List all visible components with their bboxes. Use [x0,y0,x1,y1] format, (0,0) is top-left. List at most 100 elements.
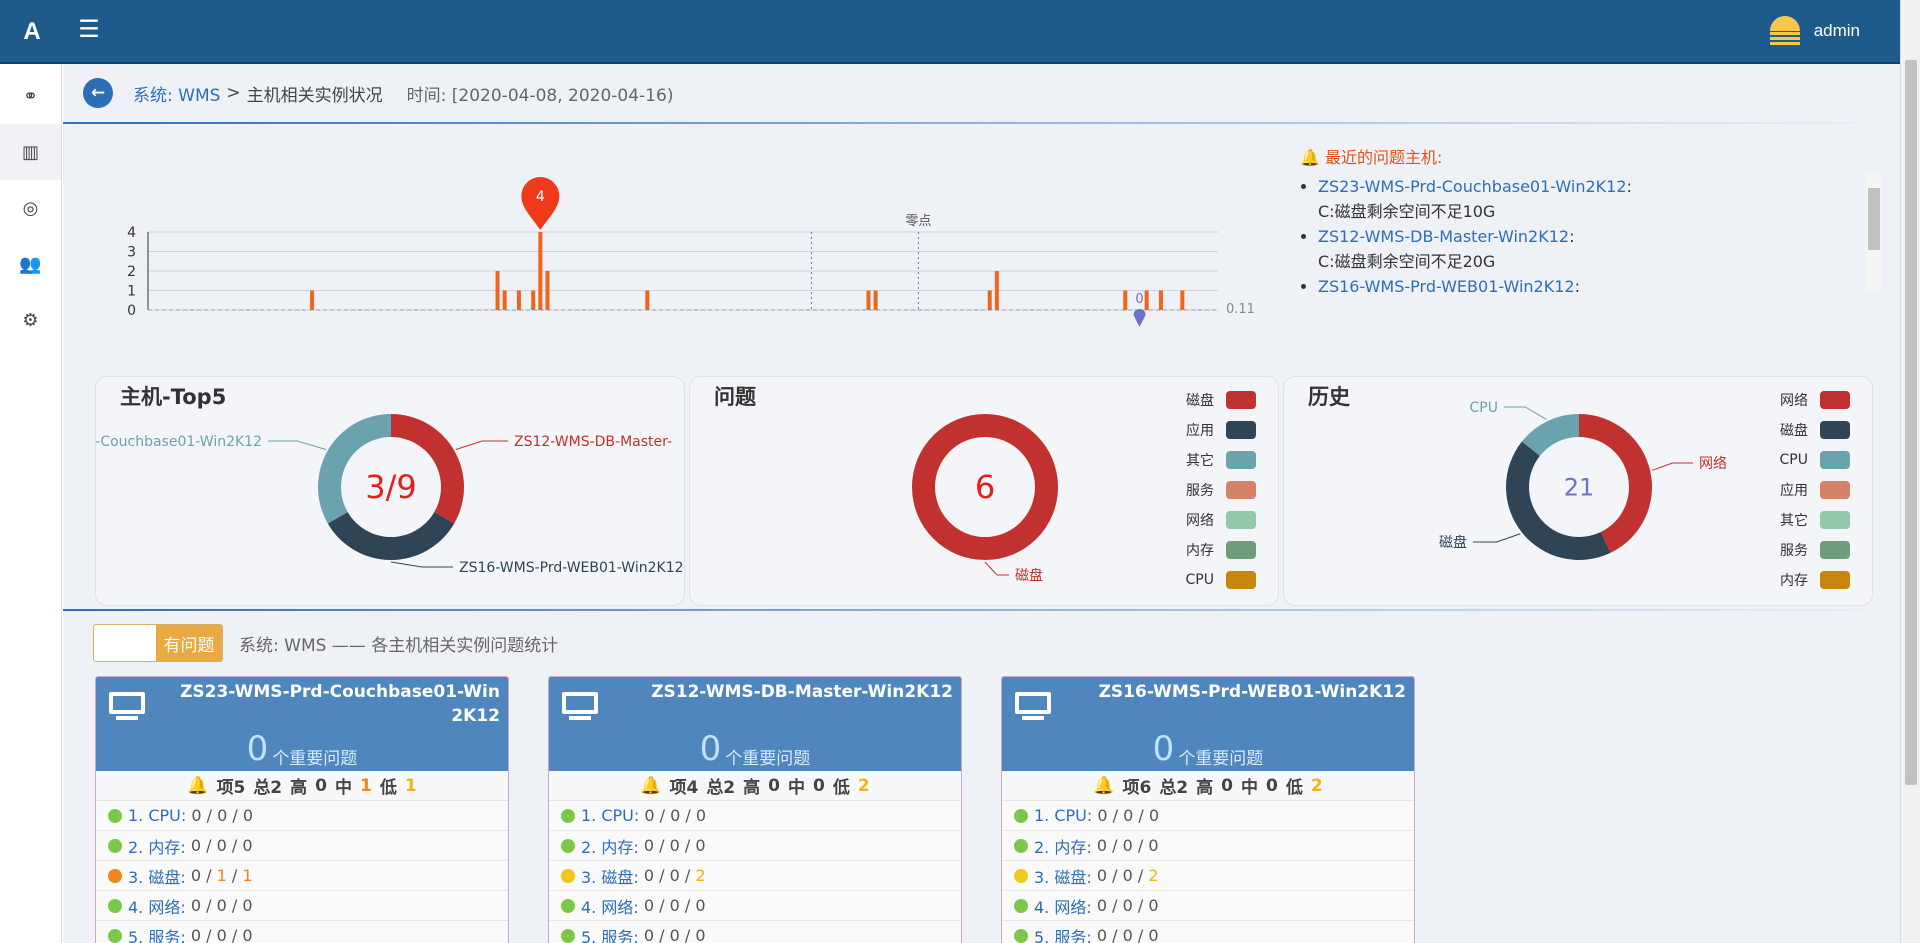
history-panel: 历史 网络 磁盘 CPU 21 网络 磁盘 CPU 应用 其它 服务 内存 [1283,376,1873,606]
bar[interactable] [531,290,536,311]
card-row: 2. 内存: 0 / 0 / 0 [549,831,961,861]
metric-label[interactable]: 4. 网络: [128,894,186,918]
user-name: admin [1813,21,1860,40]
legend-item[interactable]: 网络 [1186,505,1256,535]
bar[interactable] [994,271,999,310]
sidebar-item-users[interactable]: 👥 [0,236,61,292]
legend-swatch [1226,421,1256,439]
bar[interactable] [538,232,543,310]
card-summary: 🔔 项5 总2 高 0 中 1 低 1 [96,771,508,801]
legend-item[interactable]: 磁盘 [1186,385,1256,415]
y-tick-label: 0 [127,303,136,319]
legend-item[interactable]: CPU [1780,445,1850,475]
divider [63,609,1900,611]
metric-label[interactable]: 5. 服务: [1034,924,1092,943]
min-pin-label: 0 [1135,292,1143,307]
bar[interactable] [310,290,315,311]
alert-host-link[interactable]: ZS16-WMS-Prd-WEB01-Win2K12 [1318,277,1575,296]
metric-label[interactable]: 1. CPU: [581,806,639,825]
metric-label[interactable]: 2. 内存: [128,834,186,858]
metric-label[interactable]: 4. 网络: [1034,894,1092,918]
metric-label[interactable]: 3. 磁盘: [581,864,639,888]
card-summary: 🔔 项4 总2 高 0 中 0 低 2 [549,771,961,801]
breadcrumb-system[interactable]: 系统: WMS [133,81,220,106]
bar[interactable] [545,271,550,310]
status-dot [108,808,122,823]
sidebar-item-charts[interactable]: ▥ [0,124,61,180]
important-count: 0 个重要问题 [1152,729,1264,769]
hamburger-icon[interactable]: ☰ [78,17,100,41]
sidebar-item-settings[interactable]: ⚙ [0,292,61,348]
bar[interactable] [1123,290,1128,311]
host-name[interactable]: ZS12-WMS-DB-Master-Win2K12 [633,680,953,704]
metric-label[interactable]: 1. CPU: [128,806,186,825]
legend-item[interactable]: 内存 [1186,535,1256,565]
bar[interactable] [866,290,871,311]
legend-item[interactable]: 服务 [1186,475,1256,505]
bell-icon: 🔔 [187,775,209,796]
user-menu[interactable]: admin [1769,16,1860,46]
bar[interactable] [1158,290,1163,311]
legend-item[interactable]: CPU [1186,565,1256,595]
status-dot [1014,808,1028,823]
alerts-scrollbar[interactable] [1866,174,1882,290]
legend-item[interactable]: 应用 [1186,415,1256,445]
y-tick-label: 4 [127,225,136,241]
alert-item: ZS16-WMS-Prd-WEB01-Win2K12: [1318,274,1882,299]
status-dot [1014,838,1028,853]
alert-host-link[interactable]: ZS23-WMS-Prd-Couchbase01-Win2K12 [1318,177,1627,196]
back-arrow-icon[interactable]: ← [83,78,113,108]
y-tick-label: 2 [127,264,136,280]
host-name[interactable]: ZS16-WMS-Prd-WEB01-Win2K12 [1086,680,1406,704]
users-icon: 👥 [19,253,42,275]
y-tick-label: 1 [127,284,136,300]
host-card[interactable]: ZS23-WMS-Prd-Couchbase01-Win2K12 0 个重要问题 … [95,676,509,943]
metric-label[interactable]: 4. 网络: [581,894,639,918]
legend-item[interactable]: 内存 [1780,565,1850,595]
status-dot [561,838,575,853]
problem-toggle[interactable]: 有问题 [93,624,223,662]
bar[interactable] [1144,290,1149,311]
status-dot [1014,928,1028,943]
legend-item[interactable]: 网络 [1780,385,1850,415]
legend-item[interactable]: 其它 [1780,505,1850,535]
bar[interactable] [987,290,992,311]
metric-label[interactable]: 3. 磁盘: [128,864,186,888]
host-card[interactable]: ZS16-WMS-Prd-WEB01-Win2K12 0 个重要问题 🔔 项6 总2 高… [1001,676,1415,943]
metric-label[interactable]: 2. 内存: [1034,834,1092,858]
main-content: ← 系统: WMS > 主机相关实例状况 时间: [2020-04-08, 20… [63,64,1900,943]
bar[interactable] [873,290,878,311]
page-scrollbar[interactable] [1900,0,1920,943]
legend-item[interactable]: 应用 [1780,475,1850,505]
bar[interactable] [1180,290,1185,311]
legend-swatch [1820,451,1850,469]
sidebar-item-links[interactable]: ⚭ [0,68,61,124]
metric-label[interactable]: 5. 服务: [128,924,186,943]
card-row: 4. 网络: 0 / 0 / 0 [96,891,508,921]
slice-label: ZS12-WMS-DB-Master- [514,434,672,450]
sidebar-item-support[interactable]: ◎ [0,180,61,236]
metric-label[interactable]: 5. 服务: [581,924,639,943]
host-name[interactable]: ZS23-WMS-Prd-Couchbase01-Win2K12 [180,680,500,728]
legend-item[interactable]: 其它 [1186,445,1256,475]
metric-label[interactable]: 3. 磁盘: [1034,864,1092,888]
metric-label[interactable]: 2. 内存: [581,834,639,858]
bar[interactable] [645,290,650,311]
alert-host-link[interactable]: ZS12-WMS-DB-Master-Win2K12 [1318,227,1569,246]
bar[interactable] [495,271,500,310]
card-row: 5. 服务: 0 / 0 / 0 [96,921,508,943]
app-logo[interactable]: A [0,0,64,64]
slice-label: 网络 [1699,456,1727,472]
bar[interactable] [502,290,507,311]
donut-slice[interactable] [1506,441,1611,560]
card-row: 2. 内存: 0 / 0 / 0 [96,831,508,861]
breadcrumb-separator: > [226,83,241,103]
donut-slice[interactable] [327,512,455,560]
legend-swatch [1226,391,1256,409]
legend-item[interactable]: 服务 [1780,535,1850,565]
slice-label-line [268,440,327,450]
bar[interactable] [516,290,521,311]
host-card[interactable]: ZS12-WMS-DB-Master-Win2K12 0 个重要问题 🔔 项4 总2 高… [548,676,962,943]
legend-item[interactable]: 磁盘 [1780,415,1850,445]
metric-label[interactable]: 1. CPU: [1034,806,1092,825]
